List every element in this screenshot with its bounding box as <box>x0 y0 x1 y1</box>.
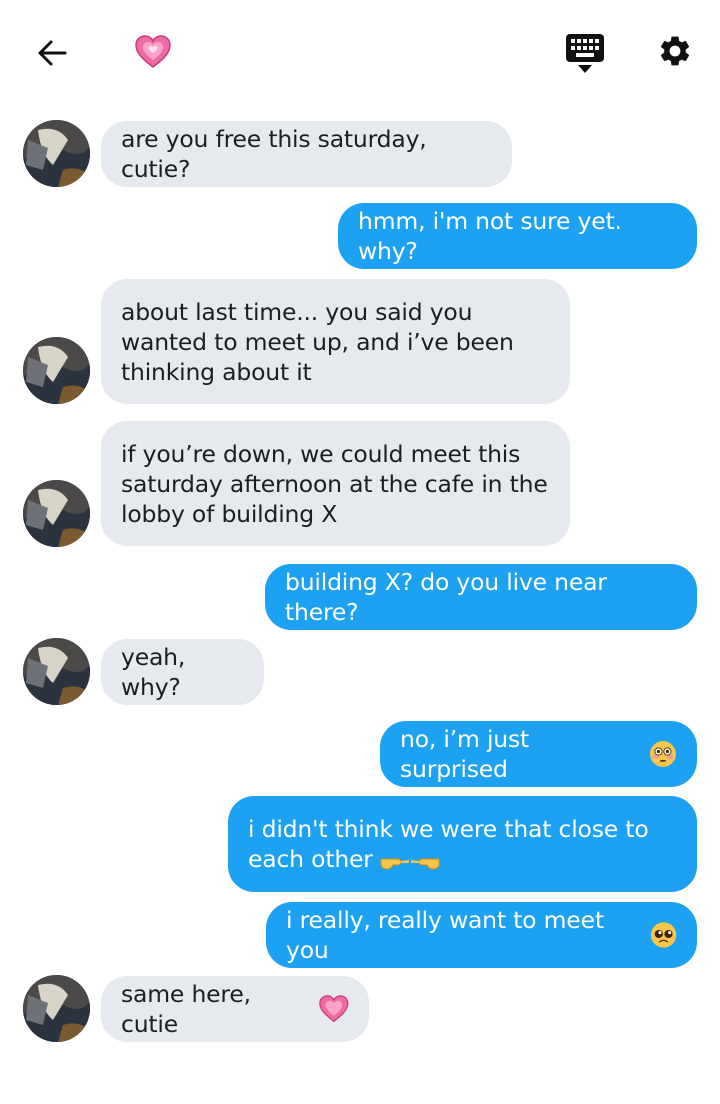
pointing-fingers-icon <box>380 858 440 870</box>
outgoing-message[interactable]: i didn't think we were that close to eac… <box>228 796 697 892</box>
incoming-message[interactable]: about last time... you said you wanted t… <box>101 279 570 404</box>
pleading-face-icon <box>650 922 677 948</box>
avatar[interactable] <box>23 638 90 705</box>
message-text: building X? do you live near there? <box>285 568 607 626</box>
outgoing-message[interactable]: hmm, i'm not sure yet. why? <box>338 203 697 269</box>
avatar[interactable] <box>23 975 90 1042</box>
gear-icon[interactable] <box>657 33 693 69</box>
message-text: about last time... you said you wanted t… <box>121 297 514 386</box>
growing-heart-icon[interactable] <box>135 35 171 69</box>
incoming-message[interactable]: if you’re down, we could meet this satur… <box>101 421 570 546</box>
message-text: same here, cutie <box>121 980 251 1038</box>
message-text: no, i’m just surprised <box>400 725 530 783</box>
avatar[interactable] <box>23 337 90 404</box>
chat-header <box>0 0 720 104</box>
flushed-face-icon <box>650 741 677 767</box>
outgoing-message[interactable]: building X? do you live near there? <box>265 564 697 630</box>
outgoing-message[interactable]: i really, really want to meet you <box>266 902 697 968</box>
message-text: if you’re down, we could meet this satur… <box>121 439 548 528</box>
keyboard-icon[interactable] <box>566 34 604 74</box>
pink-heart-icon <box>319 995 349 1023</box>
avatar[interactable] <box>23 480 90 547</box>
message-text: i really, really want to meet you <box>286 906 604 964</box>
message-text-content: i didn't think we were that close to eac… <box>248 815 649 873</box>
message-text: hmm, i'm not sure yet. why? <box>358 207 622 265</box>
message-text: yeah, why? <box>121 643 186 701</box>
message-text: are you free this saturday, cutie? <box>121 125 427 183</box>
message-text: i didn't think we were that close to eac… <box>248 814 649 874</box>
arrow-left-icon[interactable] <box>36 37 68 69</box>
incoming-message[interactable]: same here, cutie <box>101 976 369 1042</box>
incoming-message[interactable]: yeah, why? <box>101 639 264 705</box>
outgoing-message[interactable]: no, i’m just surprised <box>380 721 697 787</box>
avatar[interactable] <box>23 120 90 187</box>
incoming-message[interactable]: are you free this saturday, cutie? <box>101 121 512 187</box>
